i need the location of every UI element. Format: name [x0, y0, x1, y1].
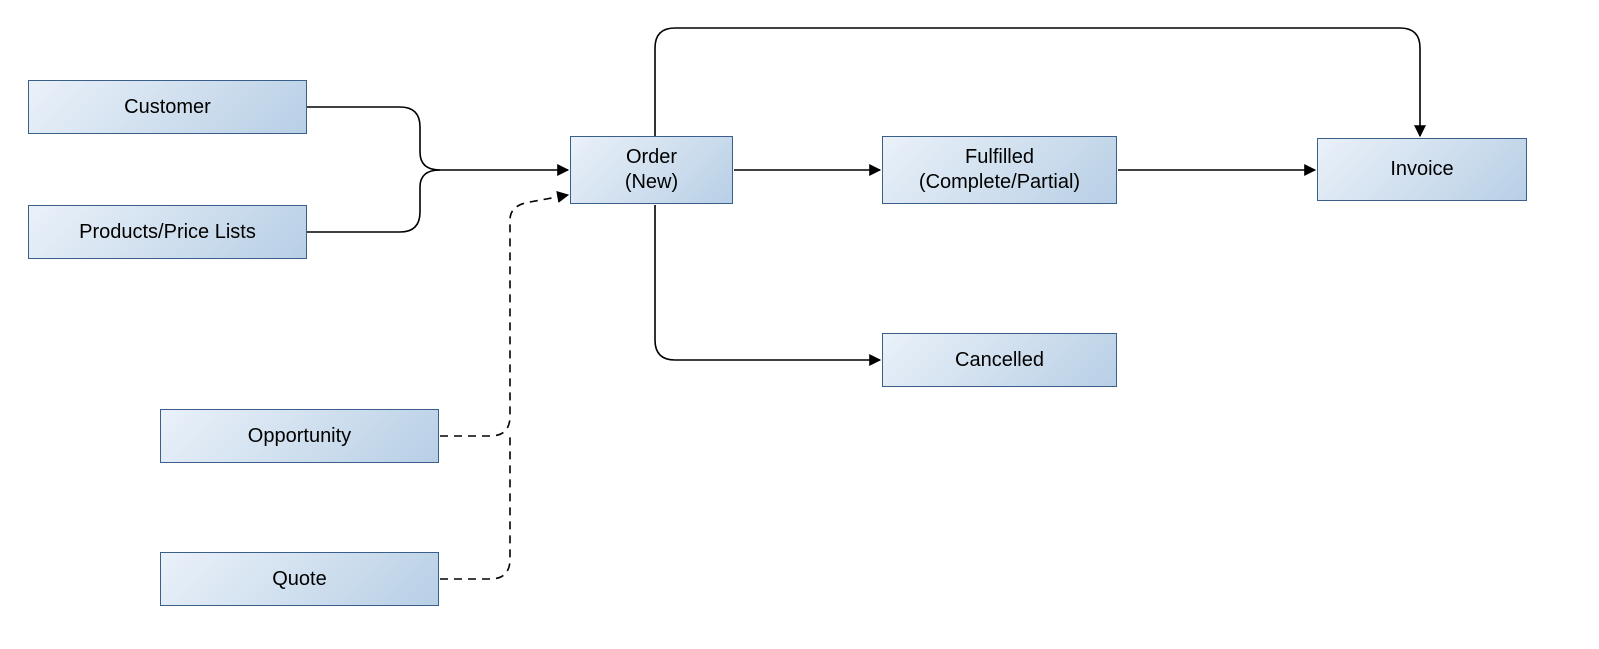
node-invoice-label: Invoice	[1390, 157, 1453, 182]
node-opportunity: Opportunity	[160, 409, 439, 463]
node-fulfilled-line2: (Complete/Partial)	[919, 171, 1080, 193]
node-order-line2: (New)	[625, 171, 678, 193]
node-quote-label: Quote	[272, 567, 326, 592]
node-order-new: Order (New)	[570, 136, 733, 204]
node-customer: Customer	[28, 80, 307, 134]
node-cancelled-label: Cancelled	[955, 348, 1044, 373]
node-order-label: Order (New)	[625, 145, 678, 195]
node-fulfilled-line1: Fulfilled	[965, 146, 1034, 168]
diagram-canvas: Customer Products/Price Lists Opportunit…	[0, 0, 1599, 649]
node-cancelled: Cancelled	[882, 333, 1117, 387]
node-products-price-lists: Products/Price Lists	[28, 205, 307, 259]
node-customer-label: Customer	[124, 95, 211, 120]
node-opportunity-label: Opportunity	[248, 424, 351, 449]
node-fulfilled-label: Fulfilled (Complete/Partial)	[919, 145, 1080, 195]
node-quote: Quote	[160, 552, 439, 606]
node-fulfilled: Fulfilled (Complete/Partial)	[882, 136, 1117, 204]
node-products-label: Products/Price Lists	[79, 220, 256, 245]
node-order-line1: Order	[626, 146, 677, 168]
node-invoice: Invoice	[1317, 138, 1527, 201]
